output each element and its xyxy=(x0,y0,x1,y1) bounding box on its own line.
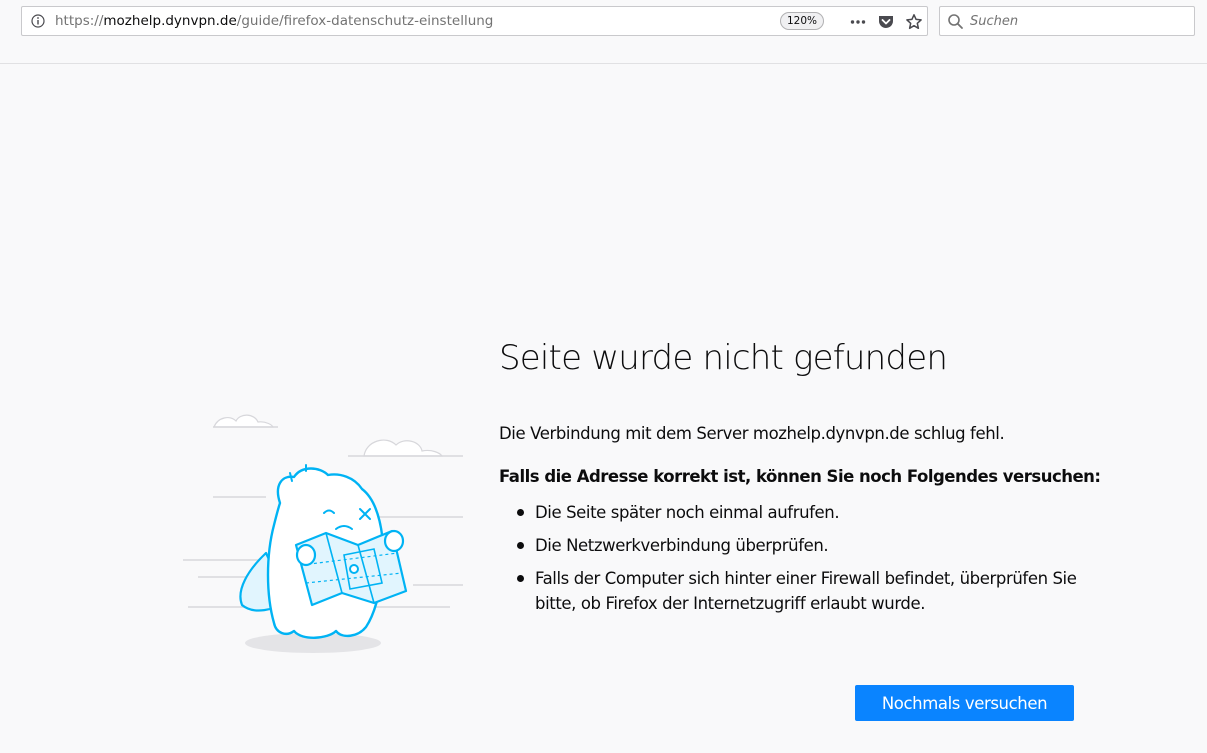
url-path: /guide/firefox-datenschutz-einstellung xyxy=(236,13,494,29)
suggestion-heading: Falls die Adresse korrekt ist, können Si… xyxy=(499,467,1101,486)
zoom-indicator[interactable]: 120% xyxy=(780,12,824,30)
list-item: Falls der Computer sich hinter einer Fir… xyxy=(499,566,1089,616)
error-description: Die Verbindung mit dem Server mozhelp.dy… xyxy=(499,424,1005,443)
search-icon[interactable] xyxy=(947,13,964,30)
suggestion-list: Die Seite später noch einmal aufrufen. D… xyxy=(499,500,1089,624)
list-item: Die Netzwerkverbindung überprüfen. xyxy=(499,533,1089,558)
browser-toolbar: https://mozhelp.dynvpn.de/guide/firefox-… xyxy=(0,0,1207,64)
pocket-icon[interactable] xyxy=(877,13,895,31)
bookmark-star-icon[interactable] xyxy=(905,13,923,31)
list-item: Die Seite später noch einmal aufrufen. xyxy=(499,500,1089,525)
retry-button[interactable]: Nochmals versuchen xyxy=(855,685,1074,721)
info-icon[interactable] xyxy=(31,14,45,28)
lost-monster-illustration xyxy=(183,414,463,653)
page-actions-icon[interactable] xyxy=(849,13,867,31)
search-input[interactable] xyxy=(970,11,1185,31)
url-prefix: https:// xyxy=(55,13,104,29)
error-title: Seite wurde nicht gefunden xyxy=(499,338,948,378)
url-text[interactable]: https://mozhelp.dynvpn.de/guide/firefox-… xyxy=(55,13,493,29)
search-bar[interactable] xyxy=(939,6,1195,36)
url-host: mozhelp.dynvpn.de xyxy=(103,13,237,29)
address-bar[interactable]: https://mozhelp.dynvpn.de/guide/firefox-… xyxy=(21,6,928,36)
